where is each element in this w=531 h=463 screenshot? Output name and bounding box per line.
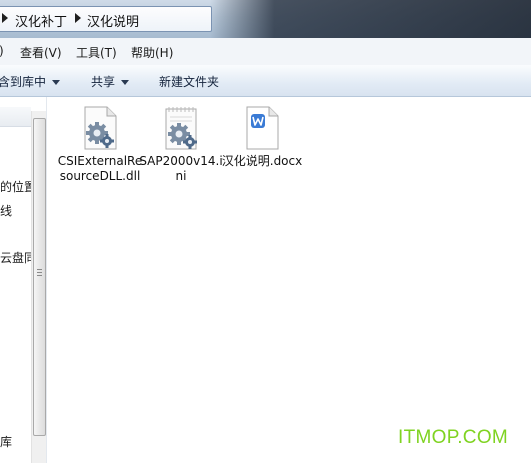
breadcrumb-item-hanhua-shuoming[interactable]: 汉化说明 — [87, 11, 139, 30]
chevron-down-icon — [52, 80, 61, 85]
menu-tools[interactable]: 工具(T) — [76, 44, 117, 61]
include-in-library-button[interactable]: 含到库中 — [0, 73, 61, 90]
scrollbar-grip — [37, 275, 42, 276]
nav-pane-header — [0, 107, 31, 127]
breadcrumb-item-hanhua-buding[interactable]: 汉化补丁 — [15, 11, 67, 30]
menu-bar: ) 查看(V) 工具(T) 帮助(H) — [0, 38, 531, 66]
watermark-text: ITMOP.COM — [398, 427, 509, 448]
scrollbar-grip — [37, 272, 42, 273]
include-in-library-label: 含到库中 — [0, 75, 47, 89]
menu-edit-partial[interactable]: ) — [0, 44, 4, 58]
file-name-label: 汉化说明.docx — [221, 154, 303, 168]
wps-word-doc-icon — [246, 106, 279, 150]
command-bar: 含到库中 共享 新建文件夹 — [0, 65, 531, 97]
nav-item-library[interactable]: 库 — [0, 433, 31, 450]
breadcrumb-separator-icon[interactable] — [75, 13, 81, 23]
breadcrumb-separator-icon[interactable] — [2, 13, 8, 23]
new-folder-button[interactable]: 新建文件夹 — [159, 73, 219, 90]
dll-gear-icon — [84, 106, 117, 150]
file-item-sap2000v14-ini[interactable]: SAP2000v14.ini — [136, 105, 226, 184]
nav-item-cloud-sync[interactable]: 云盘同 — [0, 249, 31, 266]
menu-help[interactable]: 帮助(H) — [131, 44, 173, 61]
file-name-label: CSIExternalResourceDLL.dll — [57, 154, 143, 183]
ini-gear-icon — [165, 107, 197, 150]
share-label: 共享 — [91, 75, 116, 89]
file-item-hanhua-shuoming-docx[interactable]: 汉化说明.docx — [217, 105, 307, 169]
chevron-down-icon — [121, 80, 130, 85]
nav-scrollbar-thumb[interactable] — [33, 118, 46, 436]
file-name-label: SAP2000v14.ini — [139, 154, 223, 183]
share-button[interactable]: 共享 — [91, 73, 130, 90]
menu-view[interactable]: 查看(V) — [20, 44, 62, 61]
window-title-background — [210, 0, 531, 38]
nav-item-online[interactable]: 线 — [0, 202, 31, 219]
scrollbar-grip — [37, 269, 42, 270]
file-item-csiexternalresourcedll[interactable]: CSIExternalResourceDLL.dll — [55, 105, 145, 184]
nav-item-recent-places[interactable]: 的位置 — [0, 178, 31, 195]
